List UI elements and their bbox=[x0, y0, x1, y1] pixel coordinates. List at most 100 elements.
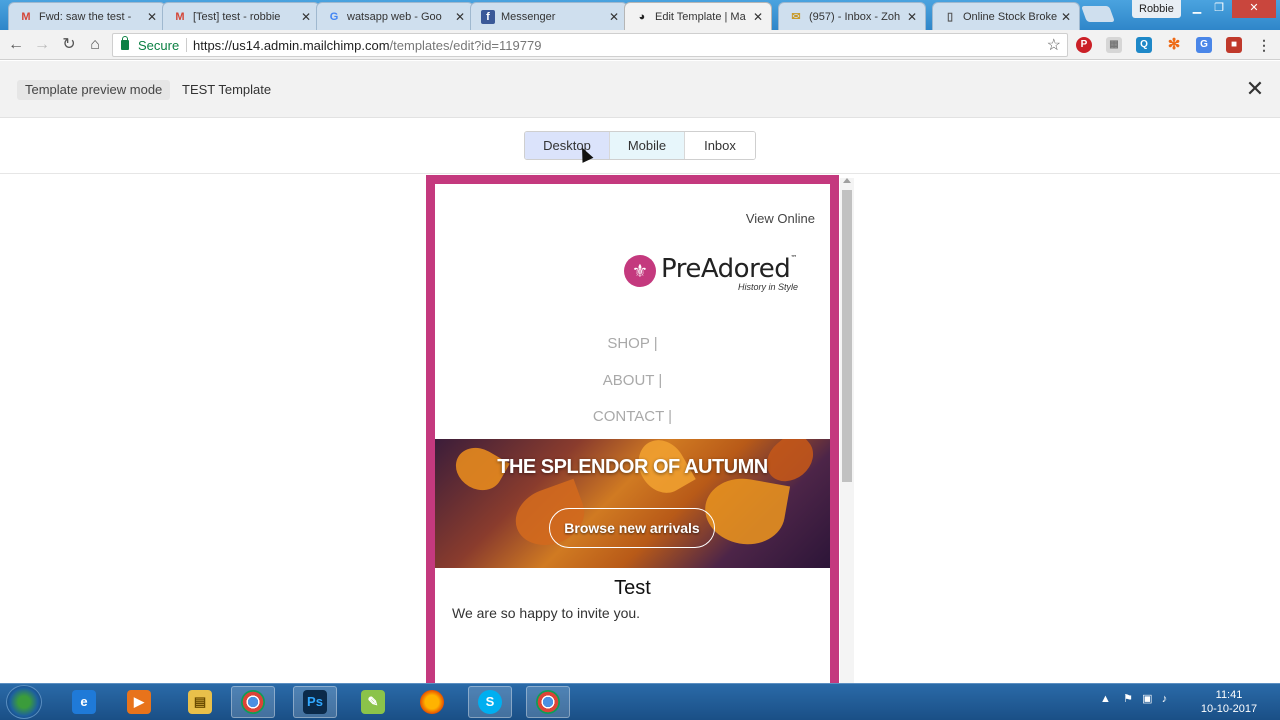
hero-banner: THE SPLENDOR OF AUTUMN Browse new arriva… bbox=[435, 439, 830, 568]
preview-scrollbar[interactable] bbox=[840, 178, 854, 685]
menu-link-shop[interactable]: SHOP | bbox=[435, 335, 830, 352]
scrollbar-thumb[interactable] bbox=[842, 190, 852, 482]
close-tab-icon[interactable]: ✕ bbox=[751, 10, 765, 24]
translate-icon[interactable]: G bbox=[1196, 37, 1212, 53]
lock-icon bbox=[121, 36, 129, 50]
brand-logo[interactable]: ⚜ PreAdored™ History in Style bbox=[624, 252, 814, 296]
taskbar-app[interactable]: ▤ bbox=[178, 686, 222, 718]
close-tab-icon[interactable]: ✕ bbox=[905, 10, 919, 24]
chrome-icon bbox=[536, 690, 560, 714]
browser-tab[interactable]: M Fwd: saw the test - ✕ bbox=[8, 2, 166, 30]
device-switch-row: Desktop Mobile Inbox bbox=[0, 118, 1280, 174]
extension-icon[interactable]: ▦ bbox=[1106, 37, 1122, 53]
pinterest-icon[interactable]: P bbox=[1076, 37, 1092, 53]
firefox-icon bbox=[420, 690, 444, 714]
gmail-icon: M bbox=[175, 10, 185, 23]
mobile-tab[interactable]: Mobile bbox=[610, 132, 685, 159]
divider bbox=[186, 38, 187, 52]
taskbar-app[interactable] bbox=[526, 686, 570, 718]
gmail-icon: M bbox=[21, 10, 31, 23]
taskbar-app[interactable] bbox=[231, 686, 275, 718]
back-icon[interactable]: ← bbox=[6, 36, 26, 54]
photoshop-icon: Ps bbox=[303, 690, 327, 714]
email-heading: Test bbox=[614, 577, 651, 599]
fleur-de-lis-icon: ⚜ bbox=[624, 255, 656, 287]
address-bar[interactable]: Secure https://us14.admin.mailchimp.com/… bbox=[112, 33, 1068, 57]
menu-link-contact[interactable]: CONTACT | bbox=[435, 408, 830, 425]
settings-extension-icon[interactable]: ✻ bbox=[1166, 37, 1182, 53]
new-tab-button[interactable] bbox=[1081, 6, 1115, 22]
browser-tab[interactable]: ▯ Online Stock Broke ✕ bbox=[932, 2, 1080, 30]
flag-icon[interactable]: ⚑ bbox=[1123, 693, 1133, 705]
profile-button[interactable]: Robbie bbox=[1132, 0, 1181, 18]
bookmark-star-icon[interactable]: ☆ bbox=[1047, 35, 1061, 55]
inbox-tab[interactable]: Inbox bbox=[685, 132, 755, 159]
network-icon[interactable]: ▣ bbox=[1142, 693, 1152, 705]
desktop-tab[interactable]: Desktop bbox=[525, 132, 610, 159]
browser-tab[interactable]: G watsapp web - Goo ✕ bbox=[316, 2, 474, 30]
media-player-icon: ▶ bbox=[127, 690, 151, 714]
skype-icon: S bbox=[478, 690, 502, 714]
close-tab-icon[interactable]: ✕ bbox=[607, 10, 621, 24]
email-preview-frame: View Online ⚜ PreAdored™ History in Styl… bbox=[426, 175, 839, 685]
close-preview-icon[interactable]: ✕ bbox=[1244, 78, 1266, 100]
explorer-icon: ▤ bbox=[188, 690, 212, 714]
search-extension-icon[interactable]: Q bbox=[1136, 37, 1152, 53]
device-switch: Desktop Mobile Inbox bbox=[524, 131, 756, 160]
browser-tab-strip: M Fwd: saw the test - ✕ M [Test] test - … bbox=[0, 0, 1280, 30]
show-hidden-icons-icon[interactable]: ▲ bbox=[1100, 693, 1111, 705]
taskbar-app[interactable] bbox=[410, 686, 454, 718]
home-icon[interactable]: ⌂ bbox=[85, 36, 105, 54]
template-name: TEST Template bbox=[182, 82, 272, 97]
clock-time: 11:41 bbox=[1215, 689, 1243, 701]
trademark-mark: ™ bbox=[790, 254, 797, 262]
extension-badge-icon[interactable]: ■ bbox=[1226, 37, 1242, 53]
clock-date: 10-10-2017 bbox=[1200, 703, 1258, 715]
zoho-icon: ✉ bbox=[791, 11, 801, 23]
reload-icon[interactable]: ↻ bbox=[59, 36, 79, 54]
taskbar-app[interactable]: S bbox=[468, 686, 512, 718]
chrome-icon bbox=[241, 690, 265, 714]
browser-tab[interactable]: ✉ (957) - Inbox - Zoh ✕ bbox=[778, 2, 926, 30]
browser-tab[interactable]: M [Test] test - robbie ✕ bbox=[162, 2, 320, 30]
menu-icon[interactable]: ⋮ bbox=[1256, 37, 1272, 53]
email-body-text: We are so happy to invite you. bbox=[452, 605, 641, 621]
banner-title: THE SPLENDOR OF AUTUMN bbox=[497, 456, 768, 478]
google-icon: G bbox=[329, 10, 339, 23]
close-tab-icon[interactable]: ✕ bbox=[1059, 10, 1073, 24]
taskbar-app[interactable]: e bbox=[62, 686, 106, 718]
view-online-link[interactable]: View Online bbox=[746, 211, 815, 226]
close-tab-icon[interactable]: ✕ bbox=[299, 10, 313, 24]
leaf-shape bbox=[699, 472, 791, 551]
start-button[interactable] bbox=[6, 685, 42, 719]
notepad-icon: ✎ bbox=[361, 690, 385, 714]
browser-tab-active[interactable]: ◕ Edit Template | Ma ✕ bbox=[624, 2, 772, 30]
windows-taskbar: e ▶ ▤ Ps ✎ S ▲ ⚑ ▣ ♪ 11:41 10-10-2017 bbox=[0, 683, 1280, 720]
restore-icon[interactable]: ❐ bbox=[1208, 0, 1230, 18]
taskbar-app[interactable]: Ps bbox=[293, 686, 337, 718]
browser-tab[interactable]: f Messenger ✕ bbox=[470, 2, 628, 30]
taskbar-clock[interactable]: 11:41 10-10-2017 bbox=[1196, 688, 1262, 716]
menu-link-about[interactable]: ABOUT | bbox=[435, 372, 830, 389]
close-tab-icon[interactable]: ✕ bbox=[453, 10, 467, 24]
logo-tagline: History in Style bbox=[738, 282, 799, 292]
volume-icon[interactable]: ♪ bbox=[1162, 693, 1168, 705]
internet-explorer-icon: e bbox=[72, 690, 96, 714]
close-window-icon[interactable]: ✕ bbox=[1232, 0, 1276, 18]
preview-mode-label: Template preview mode bbox=[17, 80, 171, 100]
browse-new-arrivals-button[interactable]: Browse new arrivals bbox=[549, 508, 715, 548]
taskbar-app[interactable]: ▶ bbox=[117, 686, 161, 718]
logo-text: PreAdored bbox=[661, 254, 791, 284]
forward-icon[interactable]: → bbox=[32, 36, 52, 54]
secure-label: Secure bbox=[138, 38, 180, 53]
facebook-icon: f bbox=[481, 9, 495, 24]
preview-header: Template preview mode TEST Template ✕ bbox=[0, 61, 1280, 118]
close-tab-icon[interactable]: ✕ bbox=[145, 10, 159, 24]
system-tray: ▲ ⚑ ▣ ♪ bbox=[1100, 692, 1167, 705]
minimize-icon[interactable]: ▁ bbox=[1186, 0, 1208, 18]
mailchimp-icon: ◕ bbox=[638, 10, 646, 23]
scroll-up-arrow-icon[interactable] bbox=[843, 178, 851, 183]
taskbar-app[interactable]: ✎ bbox=[351, 686, 395, 718]
page-icon: ▯ bbox=[946, 11, 954, 23]
url-text[interactable]: https://us14.admin.mailchimp.com/templat… bbox=[193, 38, 541, 53]
